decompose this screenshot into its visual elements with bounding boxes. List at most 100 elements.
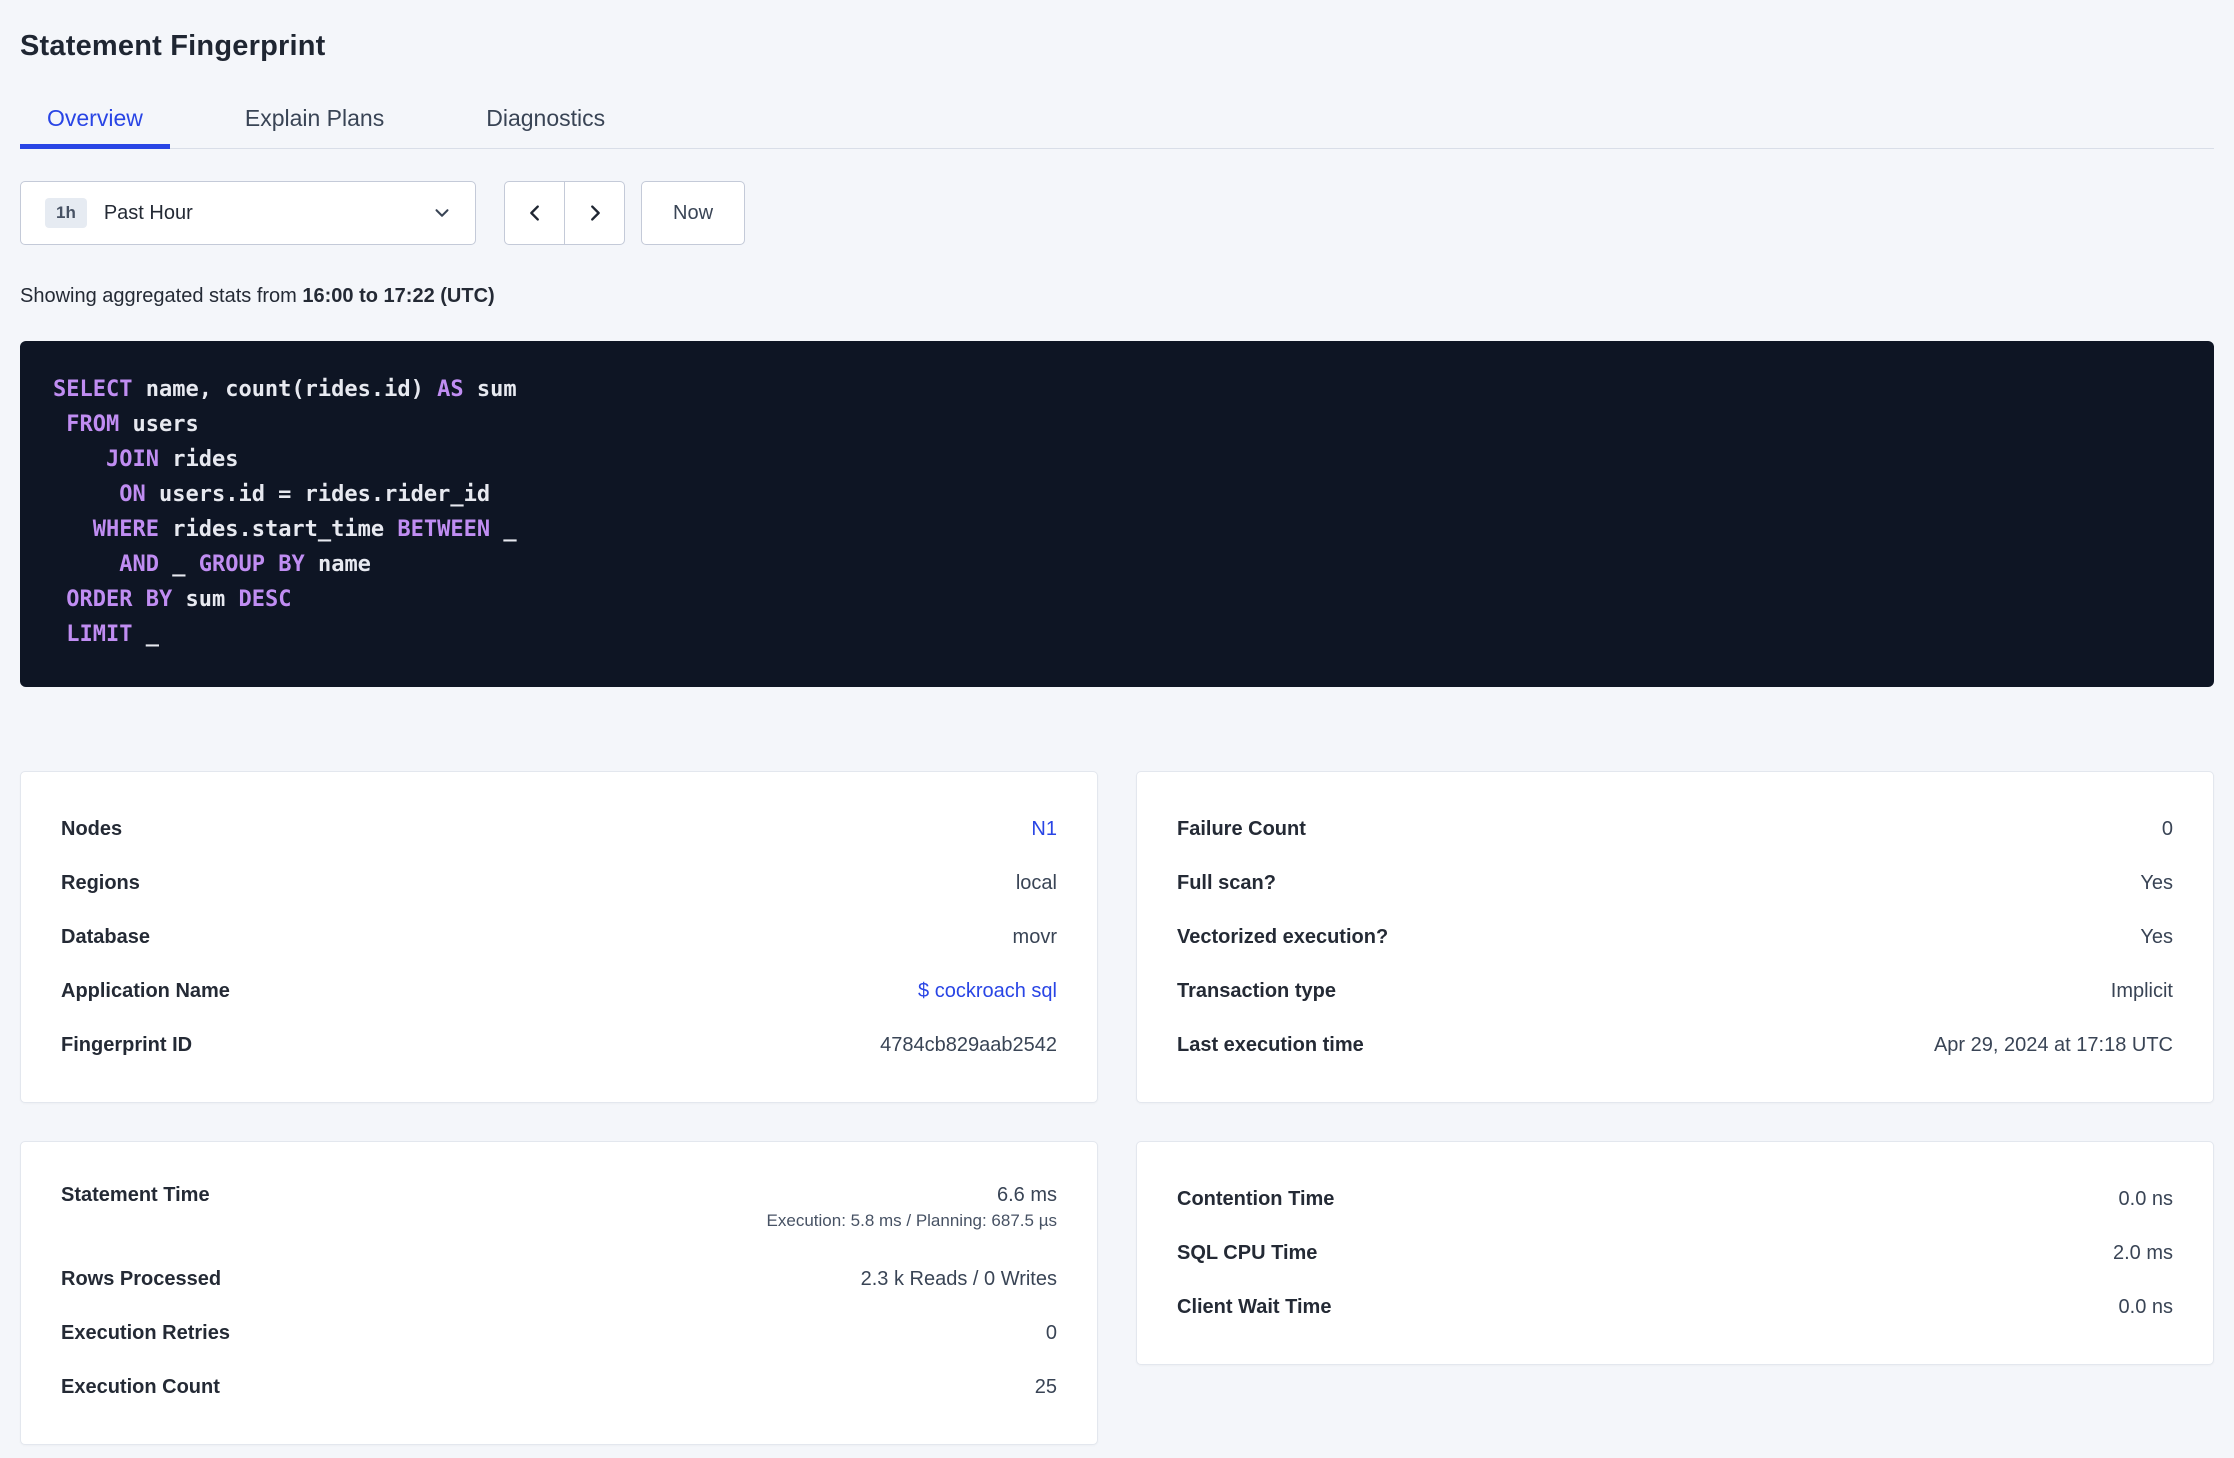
sql-line: LIMIT _ xyxy=(66,622,159,647)
stat-row: Transaction type Implicit xyxy=(1177,964,2173,1018)
tab-explain-plans[interactable]: Explain Plans xyxy=(218,88,411,148)
stat-label: Client Wait Time xyxy=(1177,1295,1332,1318)
statement-overview-card: Nodes N1 Regions local Database movr Applicati… xyxy=(20,771,1098,1103)
stat-row: Application Name $ cockroach sql xyxy=(61,964,1057,1018)
stat-label: Contention Time xyxy=(1177,1187,1335,1210)
sql-line: SELECT name, count(rides.id) AS sum xyxy=(53,377,517,402)
stat-label: Last execution time xyxy=(1177,1033,1364,1056)
stat-value: 0.0 ns xyxy=(2118,1187,2173,1210)
sql-keyword: SELECT xyxy=(53,377,133,402)
caption-prefix: Showing aggregated stats from xyxy=(20,285,303,307)
interval-label: Past Hour xyxy=(103,201,193,224)
stat-label: Statement Time xyxy=(61,1184,210,1206)
stat-row: Contention Time 0.0 ns xyxy=(1177,1172,2173,1226)
tab-overview-label: Overview xyxy=(47,104,143,131)
aggregated-stats-caption: Showing aggregated stats from 16:00 to 1… xyxy=(20,283,2214,309)
previous-interval-button[interactable] xyxy=(504,181,565,245)
sql-line: ORDER BY sum DESC xyxy=(66,587,292,612)
chevron-left-icon xyxy=(524,202,546,224)
stats-cards-grid: Nodes N1 Regions local Database movr Applicati… xyxy=(20,771,2214,1445)
wait-time-card: Contention Time 0.0 ns SQL CPU Time 2.0 ms C… xyxy=(1136,1141,2214,1365)
stat-value-link[interactable]: $ cockroach sql xyxy=(918,980,1057,1003)
stat-label: Rows Processed xyxy=(61,1267,222,1290)
chevron-down-icon xyxy=(431,202,453,224)
sql-keyword: ON xyxy=(119,482,146,507)
page-title: Statement Fingerprint xyxy=(20,30,326,62)
sql-keyword: AND xyxy=(119,552,159,577)
sql-keyword: JOIN xyxy=(105,447,159,472)
stat-value: 6.6 ms xyxy=(996,1184,1057,1206)
sql-keyword: FROM xyxy=(66,412,120,437)
stat-label: SQL CPU Time xyxy=(1177,1241,1318,1264)
stat-value-wrap: 0 xyxy=(2162,818,2173,841)
sql-keyword: BETWEEN xyxy=(397,517,491,542)
statement-time-card: Statement Time 6.6 ms Execution: 5.8 ms / … xyxy=(20,1141,1098,1445)
stat-value: 25 xyxy=(1034,1375,1057,1398)
stat-label: Regions xyxy=(61,871,140,894)
tab-diagnostics[interactable]: Diagnostics xyxy=(459,88,632,148)
tab-bar: Overview Explain Plans Diagnostics xyxy=(20,88,2214,149)
sql-line: JOIN rides xyxy=(105,447,239,472)
stat-value-wrap: 2.3 k Reads / 0 Writes xyxy=(861,1268,1057,1291)
stat-value-wrap: 0 xyxy=(1046,1322,1057,1345)
stat-label: Execution Count xyxy=(61,1375,220,1398)
time-controls: 1h Past Hour Now xyxy=(20,181,2214,245)
stat-row: Vectorized execution? Yes xyxy=(1177,910,2173,964)
stat-value-wrap: Apr 29, 2024 at 17:18 UTC xyxy=(1934,1034,2173,1057)
sql-line: AND _ GROUP BY name xyxy=(119,552,371,577)
stat-row: Statement Time 6.6 ms Execution: 5.8 ms / … xyxy=(61,1172,1057,1252)
sql-keyword: LIMIT xyxy=(66,622,133,647)
stat-row: Failure Count 0 xyxy=(1177,802,2173,856)
sql-keyword: ORDER BY xyxy=(66,587,173,612)
stat-row: Client Wait Time 0.0 ns xyxy=(1177,1280,2173,1334)
stat-row: Database movr xyxy=(61,910,1057,964)
next-interval-button[interactable] xyxy=(564,181,625,245)
stat-label: Execution Retries xyxy=(61,1321,230,1344)
stat-value: 2.3 k Reads / 0 Writes xyxy=(860,1267,1057,1290)
stat-row: SQL CPU Time 2.0 ms xyxy=(1177,1226,2173,1280)
stat-value-wrap: Yes xyxy=(2140,872,2173,895)
stat-value-wrap: 4784cb829aab2542 xyxy=(880,1034,1057,1057)
stat-value-wrap: 6.6 ms Execution: 5.8 ms / Planning: 687.… xyxy=(767,1184,1057,1231)
sql-line: ON users.id = rides.rider_id xyxy=(119,482,491,507)
stat-value-link[interactable]: N1 xyxy=(1031,818,1057,841)
stat-value-wrap: local xyxy=(1016,872,1057,895)
stat-value: 0.0 ns xyxy=(2118,1295,2173,1318)
statement-fingerprint-page: Statement Fingerprint Overview Explain P… xyxy=(20,26,2214,1445)
time-interval-dropdown[interactable]: 1h Past Hour xyxy=(20,181,476,245)
interval-badge: 1h xyxy=(45,197,87,229)
sql-code: SELECT name, count(rides.id) AS sum FROM… xyxy=(53,372,2181,652)
stat-value-wrap: Implicit xyxy=(2111,980,2173,1003)
stat-label: Fingerprint ID xyxy=(61,1033,193,1056)
stat-value-wrap: N1 xyxy=(1031,818,1057,841)
stat-row: Regions local xyxy=(61,856,1057,910)
stat-label: Vectorized execution? xyxy=(1177,925,1389,948)
chevron-right-icon xyxy=(584,202,606,224)
stat-label: Database xyxy=(61,925,150,948)
now-button[interactable]: Now xyxy=(641,181,746,245)
sql-keyword: AS xyxy=(437,377,464,402)
sql-keyword: WHERE xyxy=(92,517,159,542)
sql-keyword: DESC xyxy=(238,587,292,612)
stat-label: Application Name xyxy=(61,979,230,1002)
stat-value: Implicit xyxy=(2110,979,2173,1002)
stat-value-wrap: Yes xyxy=(2140,926,2173,949)
stat-value: Apr 29, 2024 at 17:18 UTC xyxy=(1933,1033,2173,1056)
stat-value: 0 xyxy=(1045,1321,1057,1344)
stat-row: Fingerprint ID 4784cb829aab2542 xyxy=(61,1018,1057,1072)
tab-diagnostics-label: Diagnostics xyxy=(486,104,606,131)
stat-value-wrap: 2.0 ms xyxy=(2113,1242,2173,1265)
stat-value: 0 xyxy=(2161,817,2173,840)
stat-value-wrap: movr xyxy=(1013,926,1057,949)
caption-range: 16:00 to 17:22 (UTC) xyxy=(302,285,495,307)
tab-explain-plans-label: Explain Plans xyxy=(244,104,385,131)
stat-value: Yes xyxy=(2140,871,2173,894)
interval-arrows xyxy=(504,181,625,245)
stat-value-wrap: 0.0 ns xyxy=(2119,1188,2173,1211)
stat-label: Transaction type xyxy=(1177,979,1336,1002)
stat-subvalue: Execution: 5.8 ms / Planning: 687.5 µs xyxy=(766,1211,1057,1230)
stat-label: Failure Count xyxy=(1177,817,1306,840)
tab-overview[interactable]: Overview xyxy=(20,88,170,149)
stat-label: Full scan? xyxy=(1177,871,1276,894)
stat-row: Full scan? Yes xyxy=(1177,856,2173,910)
